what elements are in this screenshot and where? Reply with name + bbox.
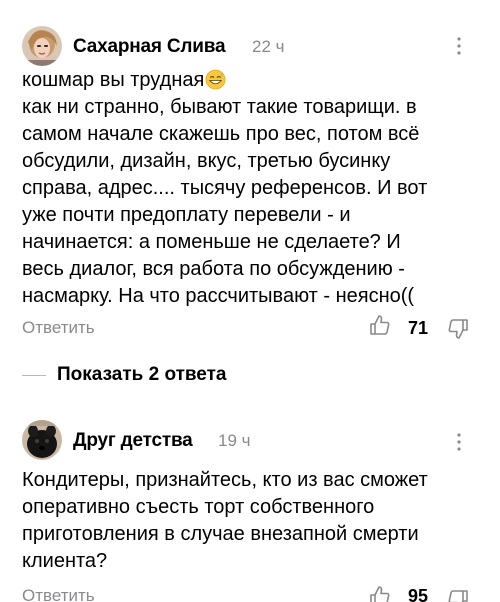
comment-line: оперативно съесть торт собственного (22, 496, 375, 518)
replies-divider (22, 375, 46, 376)
like-count: 71 (408, 318, 429, 338)
timestamp: 19 ч (218, 431, 251, 450)
reply-button[interactable]: Ответить (22, 586, 95, 602)
thumbs-down-icon[interactable] (446, 588, 470, 602)
comment-line: насмарку. На что рассчитывают - неясно(( (22, 285, 415, 307)
timestamp: 22 ч (252, 37, 285, 56)
more-options-icon[interactable] (452, 36, 466, 56)
reply-button[interactable]: Ответить (22, 318, 95, 338)
avatar[interactable] (22, 26, 62, 66)
grinning-sweat-emoji-icon (205, 69, 226, 90)
show-replies-label: Показать 2 ответа (57, 364, 227, 385)
comment-line: кошмар вы трудная (22, 67, 490, 94)
comment-line: самом начале скажешь про вес, потом всё (22, 123, 420, 145)
more-options-icon[interactable] (452, 432, 466, 452)
comment-line: приготовления в случае внезапной смерти (22, 523, 419, 545)
comment-text: Кондитеры, признайтесь, кто из вас сможе… (22, 467, 490, 575)
thumbs-up-icon[interactable] (368, 313, 392, 337)
avatar-photo-icon (22, 26, 62, 66)
comment-line: начинается: а поменьше не сделаете? И (22, 231, 401, 253)
avatar[interactable] (22, 420, 62, 460)
comment-text: кошмар вы трудная как ни странно, бывают… (22, 67, 490, 310)
author-name[interactable]: Сахарная Слива (73, 36, 226, 58)
like-count: 95 (408, 586, 429, 602)
thumbs-up-icon[interactable] (368, 584, 392, 602)
avatar-dog-photo-icon (22, 420, 62, 460)
comment-actions-partial: Ответить 95 (0, 582, 500, 602)
comment-line: как ни странно, бывают такие товарищи. в (22, 96, 417, 118)
comment-line: клиента? (22, 550, 108, 572)
comment-line: Кондитеры, признайтесь, кто из вас сможе… (22, 469, 428, 491)
comment-line: весь диалог, вся работа по обсуждению - (22, 258, 405, 280)
author-name[interactable]: Друг детства (73, 430, 193, 452)
comment-line: обсудили, дизайн, вкус, третью бусинку (22, 150, 391, 172)
comment-line: справа, адрес.... тысячу референсов. И в… (22, 177, 428, 199)
thumbs-down-icon[interactable] (446, 317, 470, 341)
comment-line: уже почти предоплату перевели - и (22, 204, 351, 226)
